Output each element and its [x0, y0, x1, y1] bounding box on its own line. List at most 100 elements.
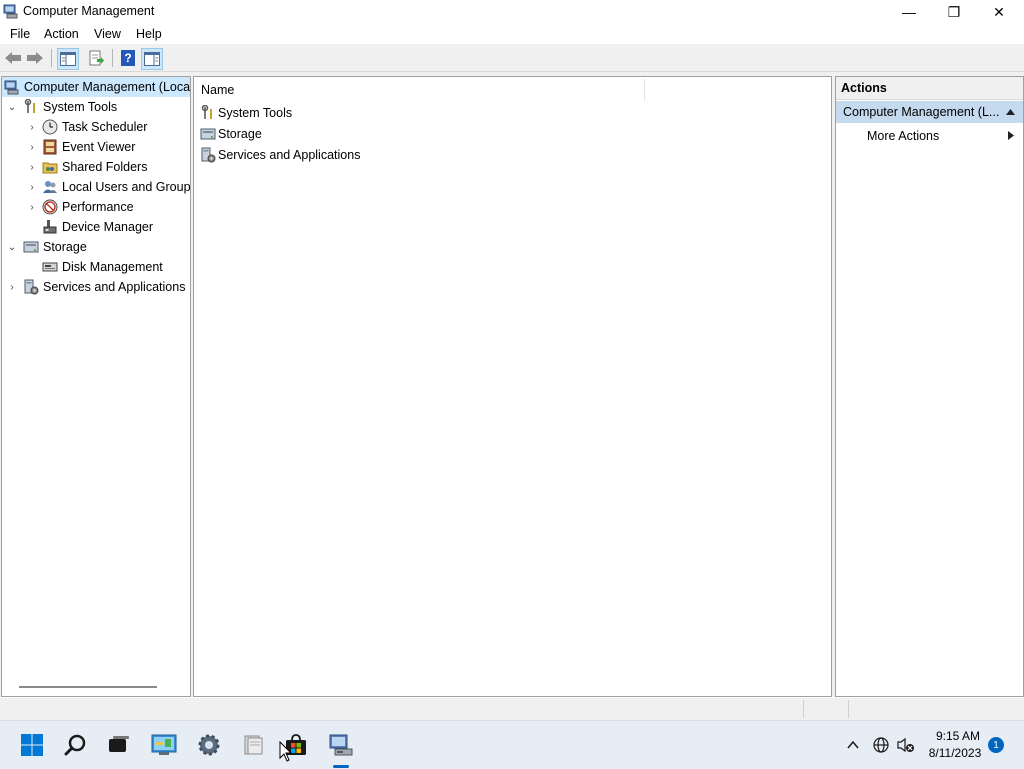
list-item-label: Services and Applications — [218, 148, 361, 162]
performance-icon — [42, 199, 58, 215]
chevron-right-icon[interactable]: › — [27, 122, 37, 133]
tree-node-computer-management[interactable]: Computer Management (Local) — [2, 77, 191, 97]
start-button[interactable] — [16, 729, 48, 761]
export-list-button[interactable] — [87, 48, 107, 68]
tree-label: Performance — [62, 200, 134, 214]
volume-button[interactable] — [897, 736, 915, 754]
task-scheduler-icon — [42, 119, 58, 135]
horizontal-scrollbar[interactable] — [19, 686, 157, 688]
collapse-up-icon[interactable] — [1006, 109, 1015, 115]
column-divider[interactable] — [644, 79, 645, 101]
tree-label: Services and Applications — [43, 280, 186, 294]
system-tools-icon — [201, 105, 212, 119]
control-panel-icon — [151, 734, 177, 755]
close-button[interactable]: ✕ — [976, 0, 1022, 24]
storage-icon — [23, 241, 39, 253]
menu-action[interactable]: Action — [44, 27, 79, 41]
task-view-icon — [109, 736, 129, 752]
tree-node-performance[interactable]: Performance — [42, 197, 134, 217]
list-item-storage[interactable]: Storage — [200, 124, 262, 144]
globe-icon — [873, 737, 889, 753]
tree-node-disk-management[interactable]: Disk Management — [42, 257, 163, 277]
menu-help[interactable]: Help — [136, 27, 162, 41]
tree-label: Task Scheduler — [62, 120, 148, 134]
toolbar: ? — [0, 45, 1024, 72]
tree-node-storage[interactable]: Storage — [23, 237, 87, 257]
actions-title: Actions — [841, 81, 887, 95]
tree-node-system-tools[interactable]: System Tools — [23, 97, 117, 117]
chevron-right-icon[interactable]: › — [27, 182, 37, 193]
help-button[interactable]: ? — [118, 48, 138, 68]
storage-icon — [200, 128, 216, 140]
tree-label: Computer Management (Local) — [24, 80, 191, 94]
show-hidden-icons-button[interactable] — [844, 736, 862, 754]
tree-node-local-users-and-groups[interactable]: Local Users and Groups — [42, 177, 190, 197]
help-icon: ? — [121, 50, 135, 66]
chevron-down-icon[interactable]: ⌄ — [7, 242, 17, 253]
computer-management-app-icon — [3, 4, 18, 19]
column-header-name[interactable]: Name — [201, 83, 234, 97]
local-users-icon — [43, 181, 57, 193]
start-icon — [21, 734, 43, 756]
more-actions-item[interactable]: More Actions — [867, 129, 939, 143]
maximize-button[interactable]: ❐ — [931, 0, 977, 24]
search-button[interactable] — [60, 729, 92, 761]
list-header: Name — [194, 77, 831, 102]
tree-node-shared-folders[interactable]: Shared Folders — [42, 157, 147, 177]
minimize-icon: — — [902, 4, 916, 20]
control-panel-button[interactable] — [148, 729, 180, 761]
status-divider — [803, 700, 804, 718]
services-and-applications-icon — [24, 279, 39, 295]
menu-bar: File Action View Help — [0, 24, 1024, 44]
event-viewer-icon — [43, 139, 57, 155]
chevron-right-icon[interactable]: › — [27, 162, 37, 173]
forward-button[interactable] — [25, 48, 45, 68]
menu-view[interactable]: View — [94, 27, 121, 41]
computer-management-icon — [4, 80, 19, 95]
computer-management-taskbar-button[interactable] — [325, 729, 357, 761]
clock-time[interactable]: 9:15 AM — [930, 729, 986, 743]
show-hide-console-tree-button[interactable] — [57, 48, 79, 70]
actions-header: Actions — [836, 77, 1023, 100]
task-view-button[interactable] — [103, 729, 135, 761]
show-hide-console-tree-icon — [60, 52, 76, 66]
submenu-arrow-icon — [1008, 131, 1014, 140]
tree-node-event-viewer[interactable]: Event Viewer — [42, 137, 135, 157]
list-item-services-and-applications[interactable]: Services and Applications — [200, 145, 360, 165]
file-explorer-button[interactable] — [237, 729, 269, 761]
chevron-right-icon[interactable]: › — [7, 282, 17, 293]
tree-node-device-manager[interactable]: Device Manager — [42, 217, 153, 237]
show-hide-action-pane-icon — [144, 52, 160, 66]
notification-badge[interactable]: 1 — [988, 737, 1004, 753]
forward-icon — [27, 52, 43, 64]
computer-management-icon — [329, 734, 353, 756]
network-button[interactable] — [872, 736, 890, 754]
tree-label: Storage — [43, 240, 87, 254]
export-list-icon — [89, 50, 104, 66]
list-item-label: System Tools — [218, 106, 293, 120]
tree-label: Event Viewer — [62, 140, 136, 154]
tree-node-task-scheduler[interactable]: Task Scheduler — [42, 117, 147, 137]
speaker-muted-icon — [897, 737, 914, 753]
tree-node-services-and-applications[interactable]: Services and Applications — [23, 277, 185, 297]
list-item-system-tools[interactable]: System Tools — [200, 103, 292, 123]
clock-date[interactable]: 8/11/2023 — [924, 746, 986, 760]
console-tree[interactable]: Computer Management (Local) ⌄ System Too… — [1, 76, 191, 697]
actions-section-computer-management[interactable]: Computer Management (L... — [836, 101, 1023, 123]
title-bar: Computer Management — ❐ ✕ — [0, 0, 1024, 24]
shared-folders-icon — [42, 162, 58, 174]
menu-file[interactable]: File — [10, 27, 30, 41]
settings-button[interactable] — [193, 729, 225, 761]
chevron-right-icon[interactable]: › — [27, 202, 37, 213]
chevron-right-icon[interactable]: › — [27, 142, 37, 153]
file-explorer-icon — [244, 735, 263, 755]
back-button[interactable] — [3, 48, 23, 68]
chevron-down-icon[interactable]: ⌄ — [7, 102, 17, 113]
tree-label: System Tools — [43, 100, 118, 114]
show-hide-action-pane-button[interactable] — [141, 48, 163, 70]
settings-icon — [198, 734, 220, 756]
search-icon — [64, 734, 86, 756]
close-icon: ✕ — [993, 3, 1005, 20]
results-list[interactable]: Name System Tools Storage Services and A… — [193, 76, 832, 697]
minimize-button[interactable]: — — [886, 0, 932, 24]
